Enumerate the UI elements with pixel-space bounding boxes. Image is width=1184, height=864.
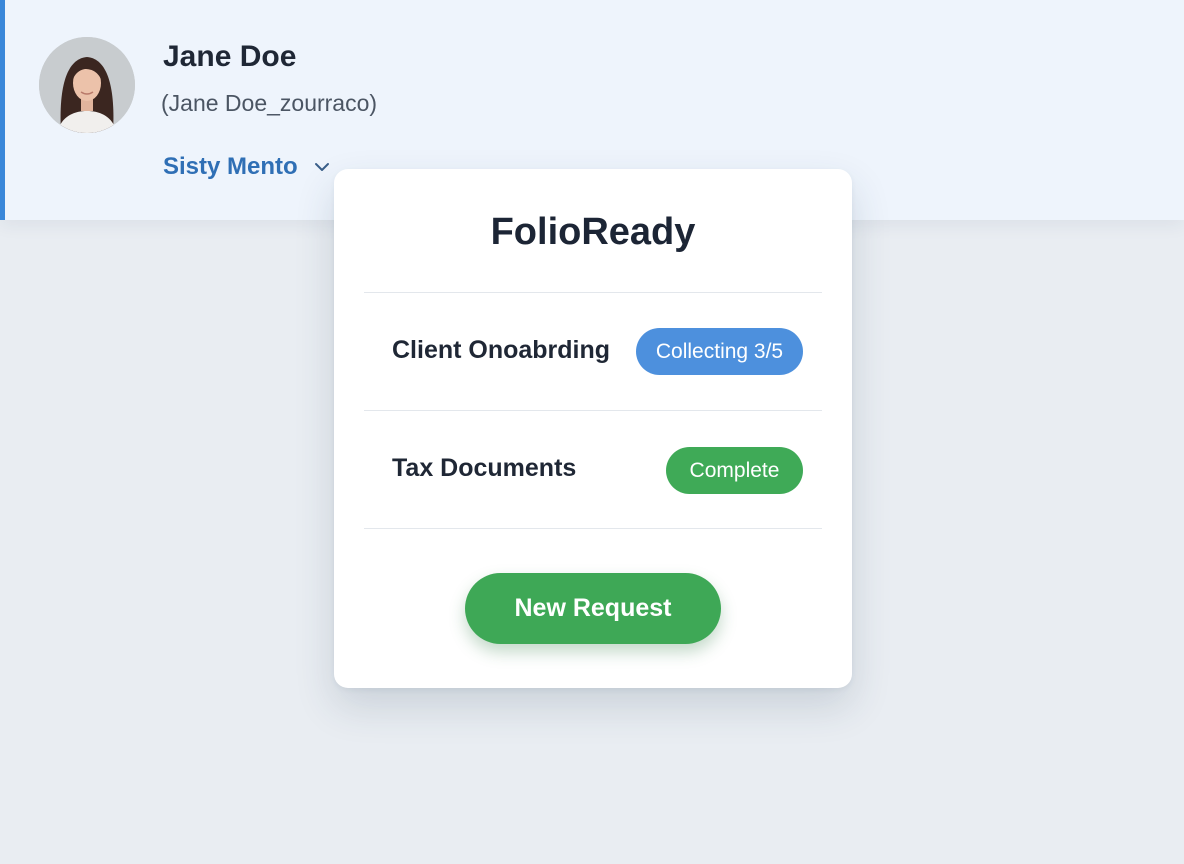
user-handle: (Jane Doe_zourraco) bbox=[161, 90, 378, 116]
divider bbox=[364, 410, 822, 411]
divider bbox=[364, 528, 822, 529]
account-switcher[interactable]: Sisty Mento bbox=[163, 153, 330, 181]
status-badge-complete: Complete bbox=[666, 447, 803, 494]
new-request-button[interactable]: New Request bbox=[465, 573, 721, 644]
person-photo-icon bbox=[39, 37, 135, 133]
requests-card: FolioReady Client Onoabrding Collecting … bbox=[334, 169, 852, 688]
user-name: Jane Doe bbox=[163, 40, 297, 73]
avatar[interactable] bbox=[39, 37, 135, 133]
divider bbox=[364, 292, 822, 293]
row-label-client-onboarding[interactable]: Client Onoabrding bbox=[392, 336, 610, 365]
status-badge-collecting: Collecting 3/5 bbox=[636, 328, 803, 375]
card-title: FolioReady bbox=[490, 211, 696, 253]
chevron-down-icon bbox=[314, 162, 330, 172]
account-label: Sisty Mento bbox=[163, 153, 298, 180]
row-label-tax-documents[interactable]: Tax Documents bbox=[392, 454, 576, 483]
